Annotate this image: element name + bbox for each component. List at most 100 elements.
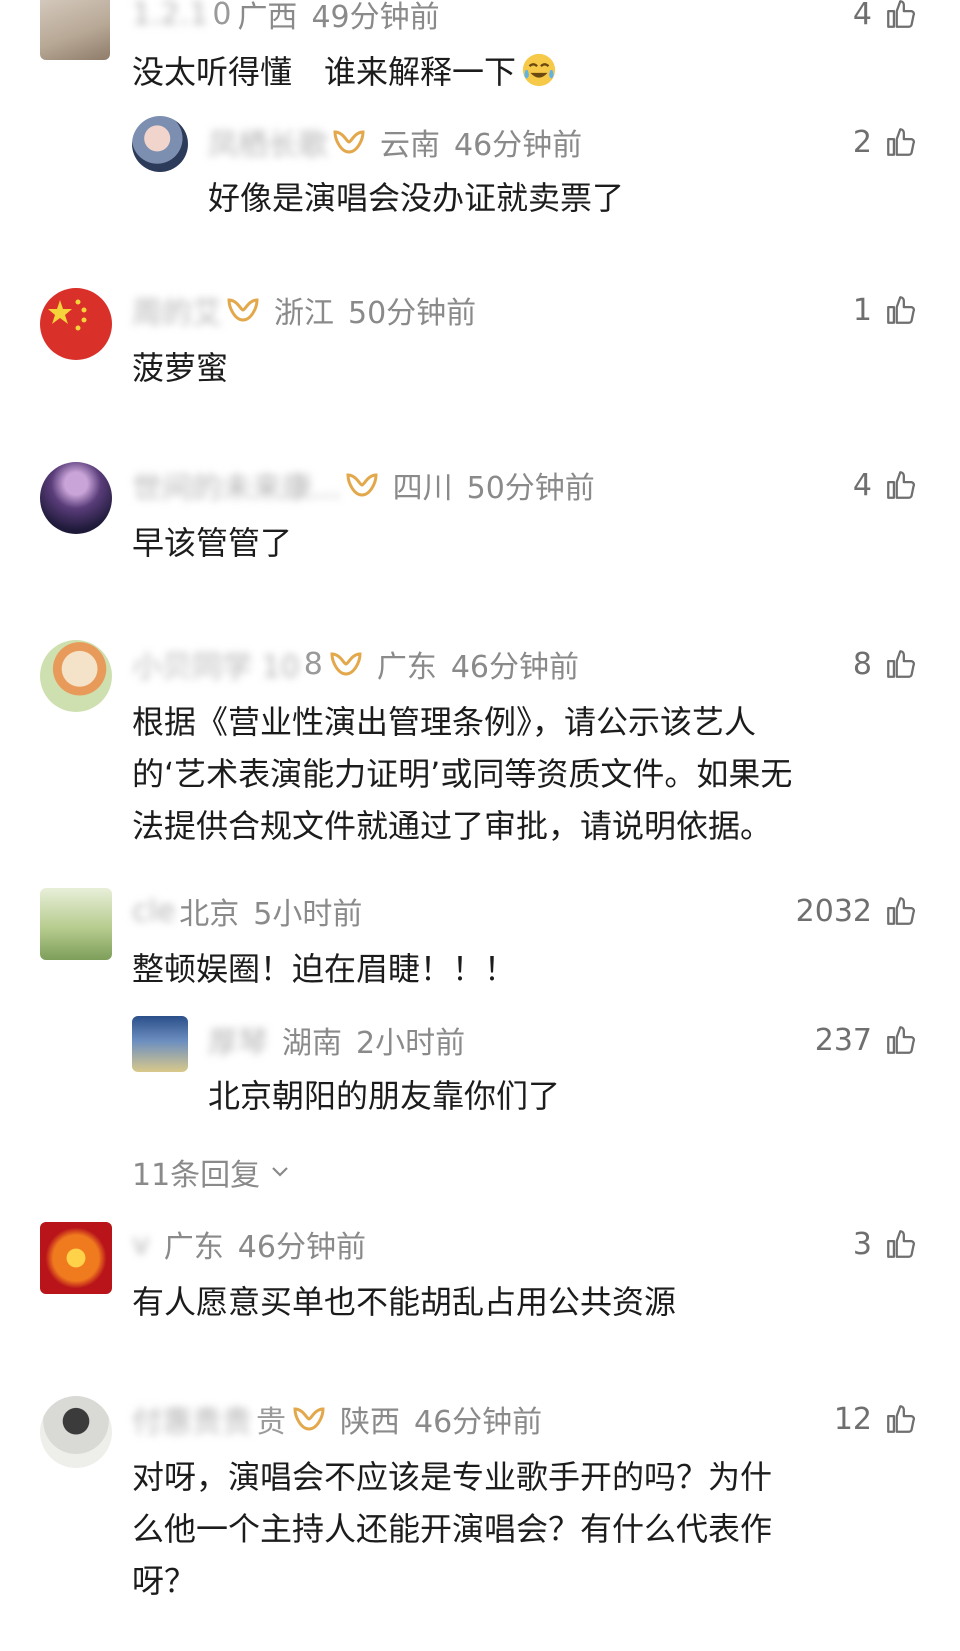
- comment-text-line: 对呀，演唱会不应该是专业歌手开的吗？为什: [132, 1458, 773, 1496]
- thumbs-up-icon: [887, 471, 915, 499]
- like-count: 4: [852, 0, 872, 32]
- username[interactable]: 凤栖长歌: [208, 120, 328, 164]
- comment-text: 没太听得懂 谁来解释一下: [132, 46, 558, 98]
- comment-meta: 小贝同学 10 8 广东 46分钟前: [132, 642, 579, 686]
- username-tail: 贵: [256, 1405, 286, 1440]
- timestamp: 50分钟前: [348, 296, 477, 331]
- location: 陕西: [340, 1405, 400, 1440]
- reply-text: 好像是演唱会没办证就卖票了: [208, 179, 625, 217]
- like-count: 8: [852, 646, 872, 682]
- username[interactable]: 世间的未来康...: [132, 463, 341, 507]
- location: 广东: [376, 650, 437, 685]
- username[interactable]: v: [132, 1227, 150, 1262]
- username-tail: 0: [212, 0, 232, 32]
- reply-text: 北京朝阳的朋友靠你们了: [208, 1077, 561, 1115]
- location: 四川: [392, 471, 453, 506]
- location: 北京: [179, 897, 240, 932]
- timestamp: 46分钟前: [450, 650, 579, 685]
- avatar[interactable]: [40, 462, 112, 534]
- vip-badge-icon: [293, 1407, 325, 1431]
- comment-text-line: 么他一个主持人还能开演唱会？有什么代表作: [132, 1510, 773, 1548]
- timestamp: 2小时前: [356, 1026, 466, 1061]
- comment-text: 对呀，演唱会不应该是专业歌手开的吗？为什 么他一个主持人还能开演唱会？有什么代表…: [132, 1451, 772, 1607]
- comment-meta: 1.2.1 0 广西 49分钟前: [132, 0, 440, 35]
- timestamp: 46分钟前: [237, 1230, 366, 1265]
- thumbs-up-icon: [887, 650, 915, 678]
- like-count: 4: [852, 467, 872, 503]
- comment-text: 早该管管了: [132, 524, 293, 562]
- like-button[interactable]: 2: [853, 122, 918, 162]
- avatar[interactable]: [40, 0, 110, 60]
- location: 云南: [380, 128, 440, 163]
- like-count: 2032: [795, 893, 872, 929]
- like-button[interactable]: 237: [815, 1020, 918, 1060]
- avatar[interactable]: [40, 1222, 112, 1294]
- vip-badge-icon: [346, 473, 378, 497]
- comment-meta: 周的艾 浙江 50分钟前: [132, 288, 477, 332]
- thumbs-up-icon: [887, 296, 915, 324]
- comment-meta: cle 北京 5小时前: [132, 891, 363, 933]
- avatar[interactable]: [132, 1016, 188, 1072]
- comment-meta: 付惠贵贵 贵 陕西 46分钟前: [132, 1397, 543, 1441]
- timestamp: 50分钟前: [466, 471, 595, 506]
- avatar[interactable]: [132, 116, 188, 172]
- username[interactable]: 厚琴: [208, 1018, 268, 1062]
- thumbs-up-icon: [887, 0, 915, 28]
- location: 广西: [237, 0, 298, 35]
- reply-meta: 凤栖长歌 云南 46分钟前: [208, 120, 583, 164]
- location: 广东: [163, 1230, 224, 1265]
- avatar[interactable]: [40, 888, 112, 960]
- like-count: 3: [852, 1226, 872, 1262]
- timestamp: 5小时前: [253, 897, 363, 932]
- username-tail: 8: [303, 646, 323, 682]
- view-more-replies-button[interactable]: 11条回复: [132, 1150, 290, 1194]
- thumbs-up-icon: [887, 128, 915, 156]
- vip-badge-icon: [333, 130, 365, 154]
- comment-meta: v 广东 46分钟前: [132, 1224, 366, 1266]
- comment-text-line: 的‘艺术表演能力证明’或同等资质文件。如果无: [132, 755, 793, 793]
- chevron-down-icon: [272, 1167, 288, 1177]
- more-replies-label: 11条回复: [132, 1158, 261, 1193]
- like-button[interactable]: 12: [834, 1399, 918, 1439]
- timestamp: 46分钟前: [414, 1405, 543, 1440]
- avatar[interactable]: [40, 640, 112, 712]
- flag-star-icon: [48, 299, 87, 331]
- like-count: 2: [852, 124, 872, 160]
- thumbs-up-icon: [887, 1230, 915, 1258]
- like-button[interactable]: 1: [853, 290, 918, 330]
- thumbs-up-icon: [887, 897, 915, 925]
- like-button[interactable]: 3: [853, 1224, 918, 1264]
- username[interactable]: 周的艾: [132, 288, 222, 332]
- like-button[interactable]: 8: [853, 644, 918, 684]
- vip-badge-icon: [227, 298, 259, 322]
- location: 浙江: [274, 296, 334, 331]
- location: 湖南: [282, 1026, 342, 1061]
- username[interactable]: 小贝同学 10: [132, 642, 300, 686]
- comment-text-line: 法提供合规文件就通过了审批，请说明依据。: [132, 807, 773, 845]
- avatar[interactable]: [40, 288, 112, 360]
- username[interactable]: cle: [132, 894, 175, 929]
- username[interactable]: 1.2.1: [132, 0, 208, 32]
- thumbs-up-icon: [887, 1405, 915, 1433]
- comment-meta: 世间的未来康... 四川 50分钟前: [132, 463, 595, 507]
- like-button[interactable]: 2032: [796, 891, 918, 931]
- comment-text-line: 呀？: [132, 1562, 197, 1600]
- comment-text: 菠萝蜜: [132, 349, 229, 387]
- timestamp: 46分钟前: [454, 128, 583, 163]
- thumbs-up-icon: [887, 1026, 915, 1054]
- comment-text: 有人愿意买单也不能胡乱占用公共资源: [132, 1283, 677, 1321]
- like-button[interactable]: 4: [853, 0, 918, 34]
- comment-text: 整顿娱圈！迫在眉睫！！！: [132, 950, 517, 988]
- comment-text-line: 根据《营业性演出管理条例》，请公示该艺人: [132, 703, 757, 741]
- avatar[interactable]: [40, 1396, 112, 1468]
- vip-badge-icon: [330, 652, 362, 676]
- like-count: 237: [814, 1022, 872, 1058]
- like-count: 12: [833, 1401, 872, 1437]
- timestamp: 49分钟前: [311, 0, 440, 35]
- like-count: 1: [852, 292, 872, 328]
- like-button[interactable]: 4: [853, 465, 918, 505]
- tears-of-joy-emoji-icon: [522, 53, 556, 87]
- username[interactable]: 付惠贵贵: [132, 1397, 252, 1441]
- comment-text: 根据《营业性演出管理条例》，请公示该艺人 的‘艺术表演能力证明’或同等资质文件。…: [132, 696, 792, 852]
- reply-meta: 厚琴 湖南 2小时前: [208, 1018, 466, 1062]
